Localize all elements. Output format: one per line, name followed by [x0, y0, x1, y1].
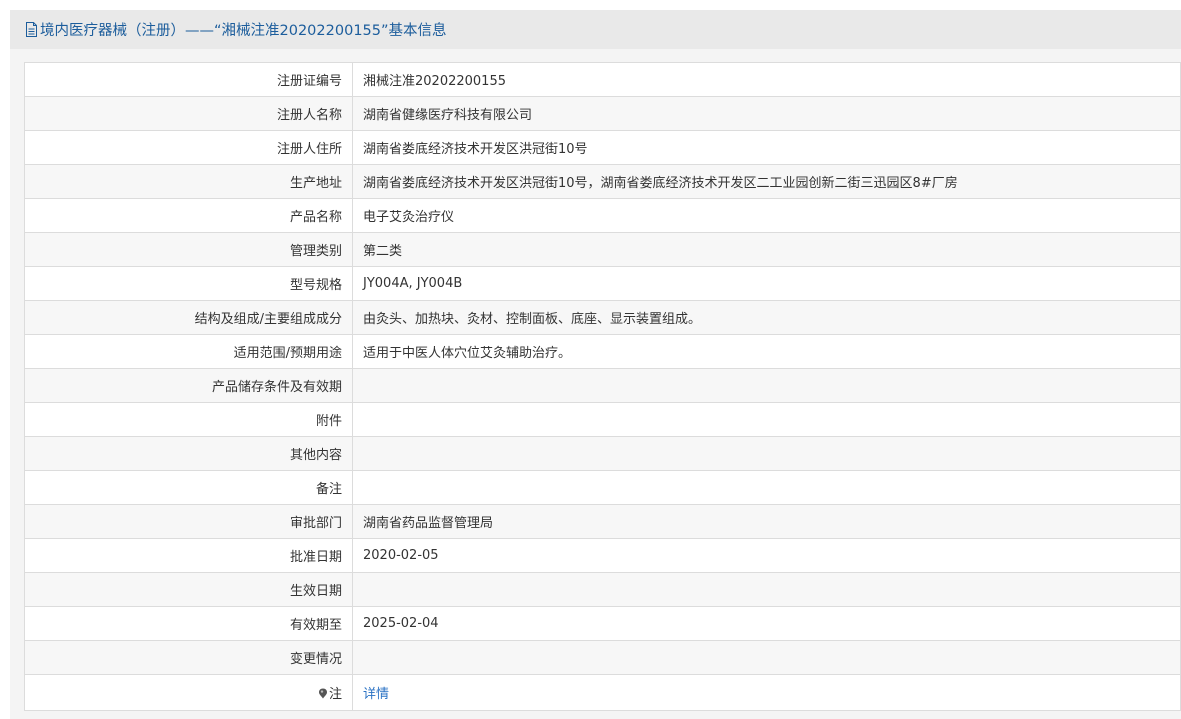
field-value: 湖南省娄底经济技术开发区洪冠街10号，湖南省娄底经济技术开发区二工业园创新二街三…: [352, 164, 1181, 199]
table-row: 注册证编号 湘械注准20202200155: [24, 62, 1181, 97]
table-row: 产品名称 电子艾灸治疗仪: [24, 198, 1181, 233]
field-label: 注册证编号: [24, 62, 353, 97]
field-value: 湖南省健缘医疗科技有限公司: [352, 96, 1181, 131]
field-label: 有效期至: [24, 606, 353, 641]
table-row: 附件: [24, 402, 1181, 437]
document-icon: [26, 22, 37, 37]
field-label: 批准日期: [24, 538, 353, 573]
table-row: 生产地址 湖南省娄底经济技术开发区洪冠街10号，湖南省娄底经济技术开发区二工业园…: [24, 164, 1181, 199]
field-label: 产品储存条件及有效期: [24, 368, 353, 403]
field-value: 适用于中医人体穴位艾灸辅助治疗。: [352, 334, 1181, 369]
table-row: 审批部门 湖南省药品监督管理局: [24, 504, 1181, 539]
note-label-cell: 注: [24, 674, 353, 711]
table-row: 结构及组成/主要组成成分 由灸头、加热块、灸材、控制面板、底座、显示装置组成。: [24, 300, 1181, 335]
field-value: 湘械注准20202200155: [352, 62, 1181, 97]
table-row: 生效日期: [24, 572, 1181, 607]
panel-header: 境内医疗器械（注册）——“湘械注准20202200155”基本信息: [10, 10, 1181, 49]
field-label: 变更情况: [24, 640, 353, 675]
note-label: 注: [328, 687, 342, 702]
field-label: 其他内容: [24, 436, 353, 471]
table-row: 适用范围/预期用途 适用于中医人体穴位艾灸辅助治疗。: [24, 334, 1181, 369]
field-value: 湖南省娄底经济技术开发区洪冠街10号: [352, 130, 1181, 165]
info-panel: 境内医疗器械（注册）——“湘械注准20202200155”基本信息 注册证编号 …: [10, 10, 1181, 719]
field-value: 2025-02-04: [352, 606, 1181, 641]
table-row: 变更情况: [24, 640, 1181, 675]
table-row: 其他内容: [24, 436, 1181, 471]
field-label: 管理类别: [24, 232, 353, 267]
field-label: 附件: [24, 402, 353, 437]
field-value: [352, 368, 1181, 403]
table-row: 产品储存条件及有效期: [24, 368, 1181, 403]
note-row: 注 详情: [24, 674, 1181, 711]
field-value: 湖南省药品监督管理局: [352, 504, 1181, 539]
table-row: 注册人名称 湖南省健缘医疗科技有限公司: [24, 96, 1181, 131]
field-value: [352, 436, 1181, 471]
field-label: 审批部门: [24, 504, 353, 539]
field-value: 第二类: [352, 232, 1181, 267]
table-row: 注册人住所 湖南省娄底经济技术开发区洪冠街10号: [24, 130, 1181, 165]
field-value: 2020-02-05: [352, 538, 1181, 573]
field-label: 注册人名称: [24, 96, 353, 131]
field-value: [352, 640, 1181, 675]
field-label: 生产地址: [24, 164, 353, 199]
field-value: [352, 572, 1181, 607]
field-value: 电子艾灸治疗仪: [352, 198, 1181, 233]
details-link[interactable]: 详情: [363, 687, 389, 702]
table-row: 管理类别 第二类: [24, 232, 1181, 267]
table-row: 有效期至 2025-02-04: [24, 606, 1181, 641]
page-title: 境内医疗器械（注册）——“湘械注准20202200155”基本信息: [40, 23, 447, 39]
note-value-cell: 详情: [352, 674, 1181, 711]
table-row: 批准日期 2020-02-05: [24, 538, 1181, 573]
field-value: 由灸头、加热块、灸材、控制面板、底座、显示装置组成。: [352, 300, 1181, 335]
info-table: 注册证编号 湘械注准20202200155 注册人名称 湖南省健缘医疗科技有限公…: [24, 62, 1181, 711]
field-value: [352, 470, 1181, 505]
field-value: JY004A, JY004B: [352, 266, 1181, 301]
field-label: 产品名称: [24, 198, 353, 233]
map-pin-icon: [318, 688, 327, 699]
field-label: 结构及组成/主要组成成分: [24, 300, 353, 335]
field-label: 适用范围/预期用途: [24, 334, 353, 369]
table-row: 备注: [24, 470, 1181, 505]
field-label: 生效日期: [24, 572, 353, 607]
field-value: [352, 402, 1181, 437]
field-label: 备注: [24, 470, 353, 505]
page: 境内医疗器械（注册）——“湘械注准20202200155”基本信息 注册证编号 …: [0, 0, 1181, 719]
field-label: 注册人住所: [24, 130, 353, 165]
field-label: 型号规格: [24, 266, 353, 301]
table-row: 型号规格 JY004A, JY004B: [24, 266, 1181, 301]
